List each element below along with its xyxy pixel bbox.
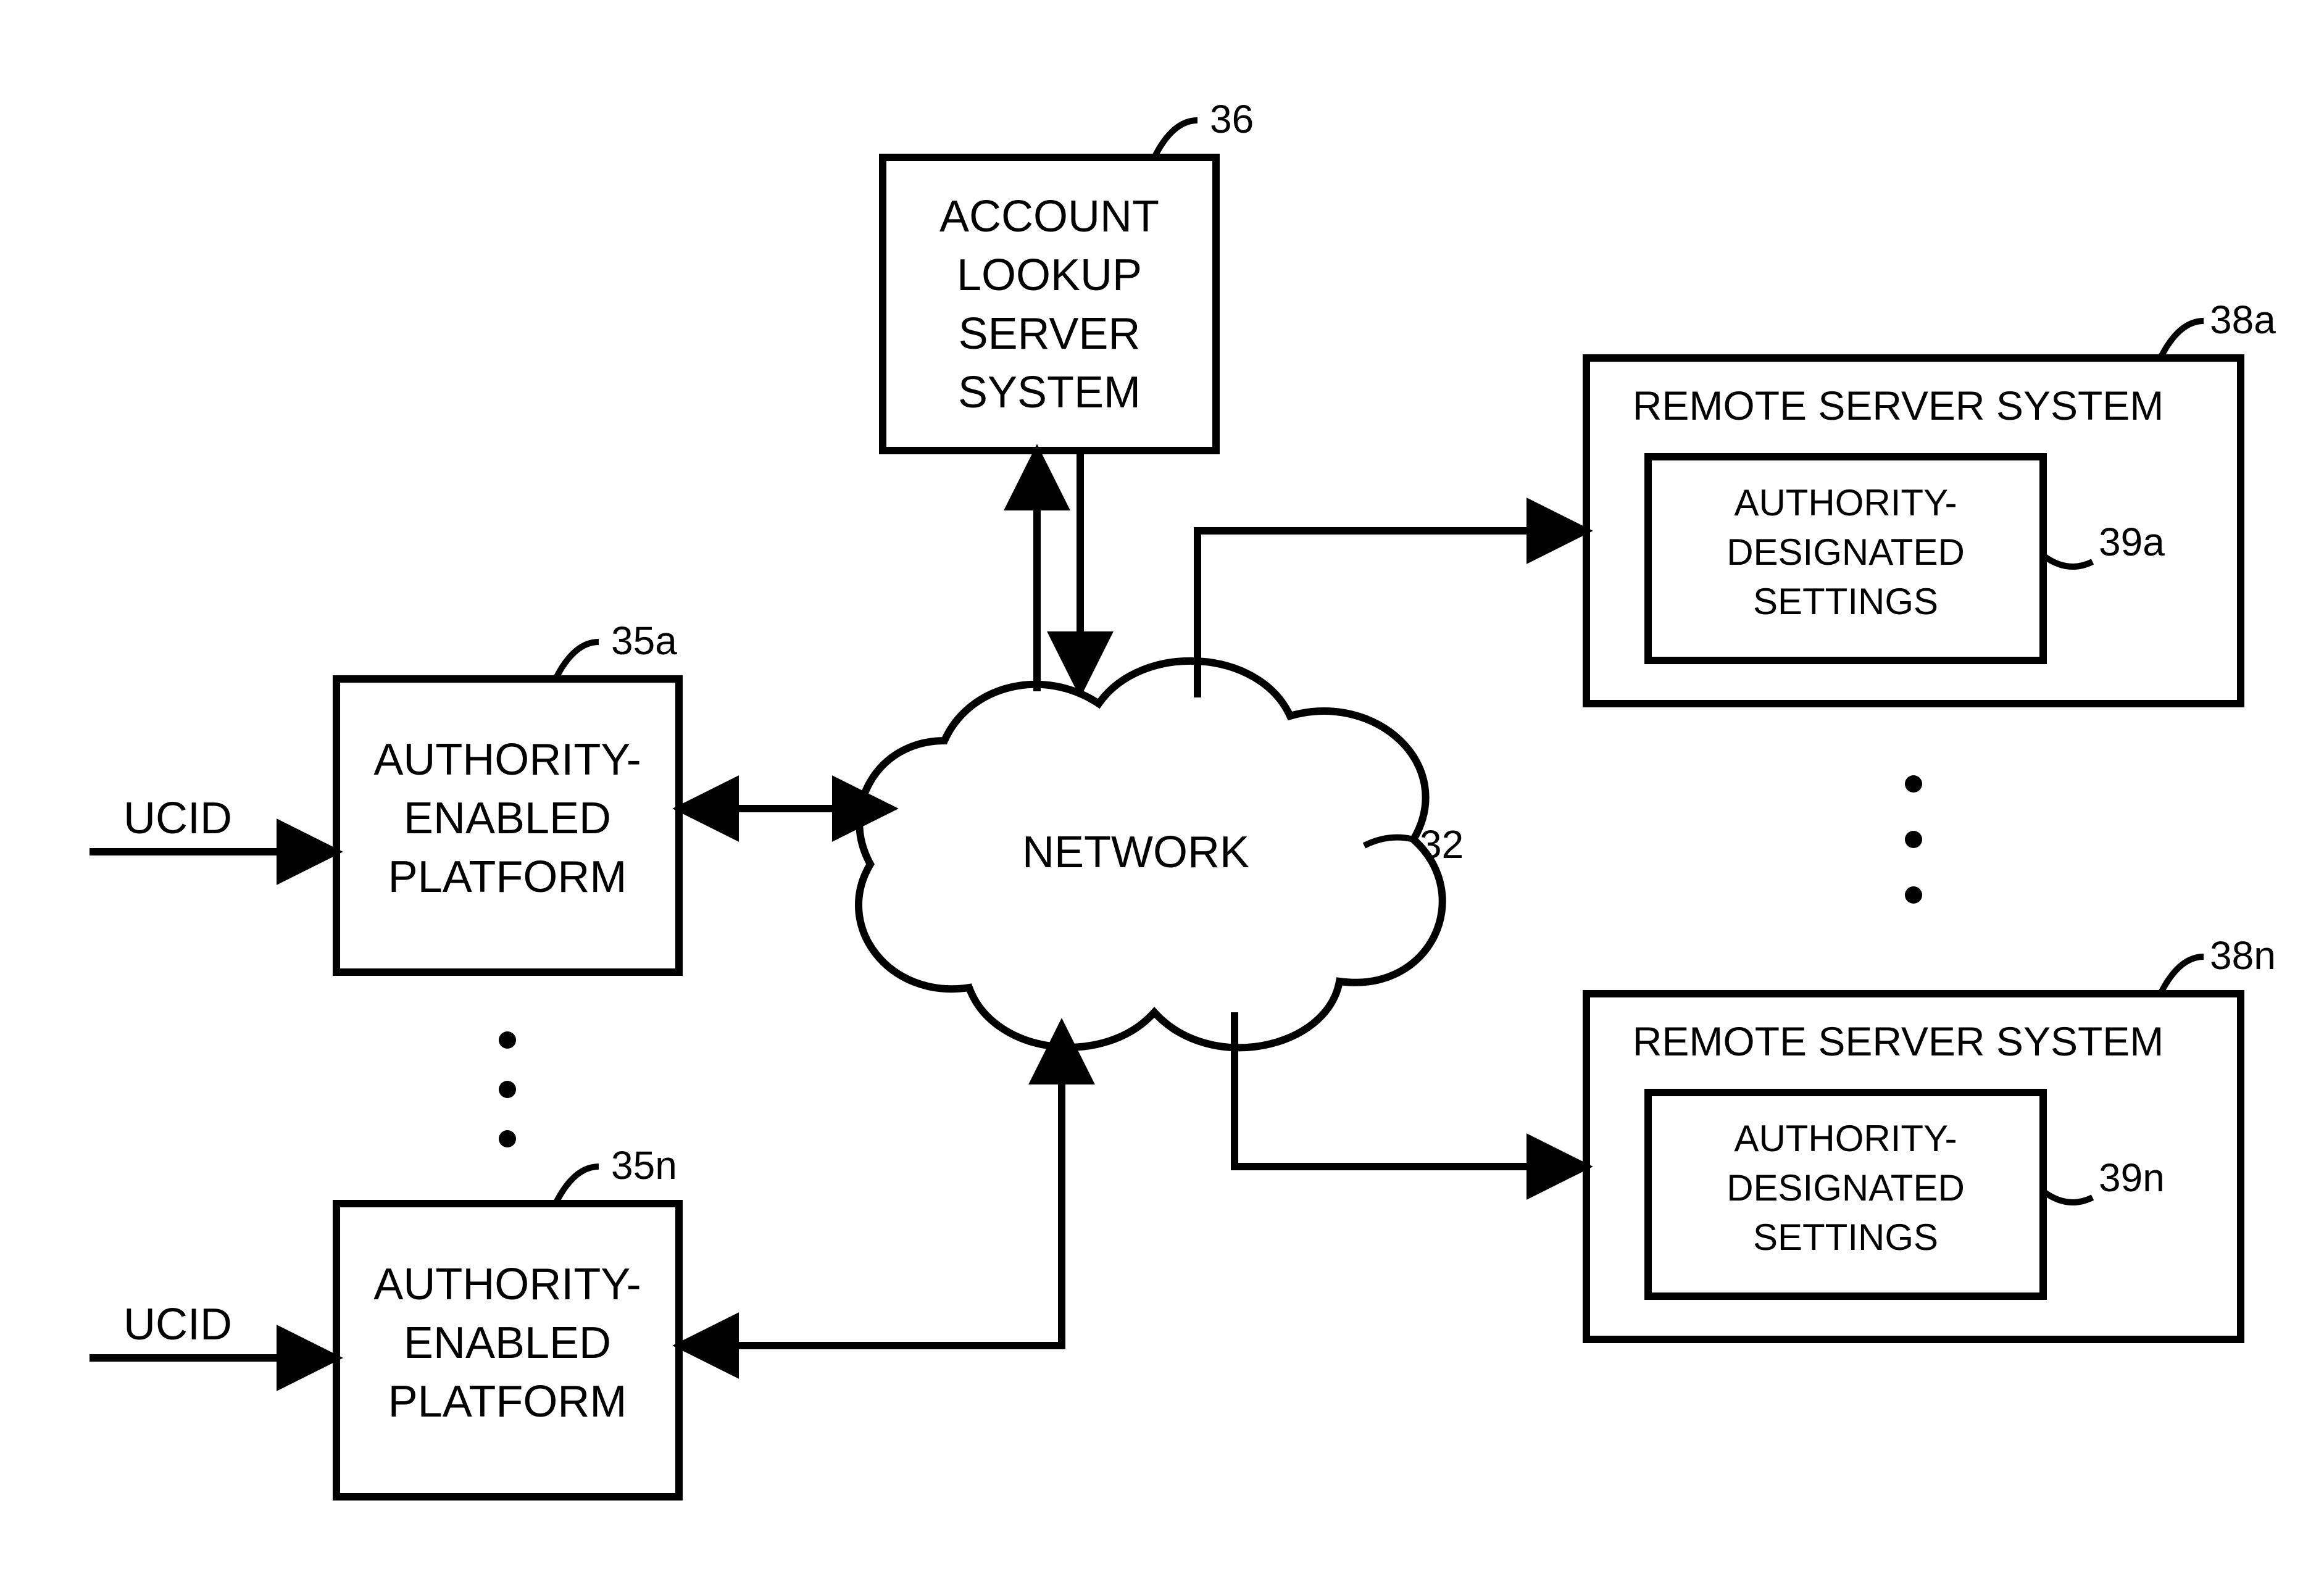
ref-32: 32 — [1420, 822, 1464, 867]
authority-enabled-platform-n: AUTHORITY- ENABLED PLATFORM 35n — [336, 1143, 679, 1497]
remote-server-system-a: REMOTE SERVER SYSTEM AUTHORITY- DESIGNAT… — [1586, 298, 2276, 704]
ellipsis-remote — [1905, 775, 1922, 904]
ucid-label-n: UCID — [123, 1300, 232, 1349]
remote-a-title: REMOTE SERVER SYSTEM — [1633, 383, 2164, 428]
authority-enabled-platform-a: AUTHORITY- ENABLED PLATFORM 35a — [336, 618, 679, 972]
ref-38n: 38n — [2210, 933, 2276, 978]
platform-n-line2: ENABLED — [404, 1318, 611, 1368]
network-cloud: NETWORK 32 — [859, 661, 1464, 1047]
platform-n-line3: PLATFORM — [388, 1377, 627, 1426]
account-lookup-line3: SERVER — [959, 309, 1141, 359]
conn-account-network — [1037, 451, 1080, 691]
ref-36: 36 — [1210, 97, 1254, 141]
remote-a-settings-l1: AUTHORITY- — [1734, 482, 1957, 523]
account-lookup-line1: ACCOUNT — [939, 192, 1159, 241]
ellipsis-platforms — [499, 1031, 516, 1147]
ref-38a: 38a — [2210, 298, 2276, 342]
ucid-input-a: UCID — [90, 794, 336, 852]
platform-a-line1: AUTHORITY- — [373, 735, 641, 785]
remote-n-settings-l1: AUTHORITY- — [1734, 1118, 1957, 1159]
ref-35a: 35a — [611, 618, 677, 663]
ucid-label-a: UCID — [123, 794, 232, 843]
network-label: NETWORK — [1022, 828, 1249, 877]
remote-server-system-n: REMOTE SERVER SYSTEM AUTHORITY- DESIGNAT… — [1586, 933, 2276, 1339]
ref-39n: 39n — [2099, 1155, 2165, 1200]
account-lookup-line4: SYSTEM — [958, 368, 1141, 417]
account-lookup-line2: LOOKUP — [957, 251, 1142, 300]
account-lookup-server-system: ACCOUNT LOOKUP SERVER SYSTEM 36 — [883, 97, 1254, 451]
remote-n-settings-l2: DESIGNATED — [1726, 1167, 1965, 1209]
ref-35n: 35n — [611, 1143, 677, 1188]
remote-n-title: REMOTE SERVER SYSTEM — [1633, 1018, 2164, 1064]
conn-network-remote-a — [1197, 531, 1586, 697]
remote-a-settings-l3: SETTINGS — [1753, 581, 1938, 622]
ref-39a: 39a — [2099, 520, 2165, 564]
remote-n-settings-l3: SETTINGS — [1753, 1217, 1938, 1258]
platform-n-line1: AUTHORITY- — [373, 1260, 641, 1309]
conn-platform-n-network — [679, 1025, 1062, 1346]
platform-a-line3: PLATFORM — [388, 852, 627, 902]
ucid-input-n: UCID — [90, 1300, 336, 1358]
platform-a-line2: ENABLED — [404, 794, 611, 843]
remote-a-settings-l2: DESIGNATED — [1726, 531, 1965, 573]
